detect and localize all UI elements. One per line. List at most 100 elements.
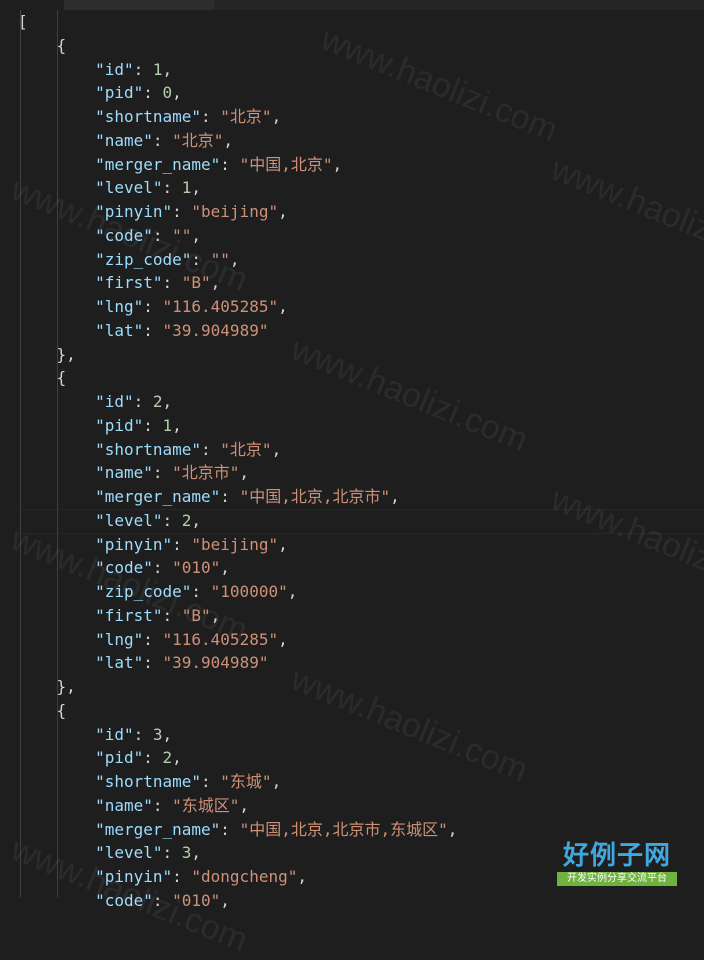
json-punctuation bbox=[18, 202, 95, 221]
code-line[interactable]: "pinyin": "beijing", bbox=[18, 533, 288, 557]
code-line[interactable]: "lat": "39.904989" bbox=[18, 651, 268, 675]
json-key: "lng" bbox=[95, 629, 144, 649]
code-line[interactable]: [ bbox=[18, 10, 28, 34]
json-key: "pid" bbox=[95, 415, 144, 435]
json-key: "pinyin" bbox=[95, 867, 173, 886]
code-line[interactable]: "merger_name": "中国,北京", bbox=[18, 153, 342, 177]
code-line[interactable]: { bbox=[18, 699, 67, 723]
code-line[interactable]: "name": "北京", bbox=[18, 129, 233, 153]
code-line[interactable]: "code": "010", bbox=[18, 889, 230, 913]
code-line[interactable]: "pid": 1, bbox=[18, 414, 182, 438]
json-string: "39.904989" bbox=[162, 653, 269, 673]
json-string: "B" bbox=[181, 273, 211, 293]
json-string: "B" bbox=[181, 605, 211, 625]
json-punctuation bbox=[18, 511, 95, 530]
json-punctuation: , bbox=[447, 819, 458, 839]
code-line[interactable]: "merger_name": "中国,北京,北京市,东城区", bbox=[18, 818, 457, 842]
json-punctuation: { bbox=[18, 368, 67, 388]
code-line[interactable]: "zip_code": "100000", bbox=[18, 580, 297, 604]
json-key: "name" bbox=[95, 463, 153, 483]
code-line[interactable]: "name": "东城区", bbox=[18, 794, 249, 818]
json-number: 2 bbox=[152, 392, 163, 411]
json-key: "first" bbox=[95, 605, 163, 625]
json-punctuation: , bbox=[271, 107, 282, 126]
json-number: 1 bbox=[181, 178, 192, 198]
json-punctuation: , bbox=[287, 582, 298, 601]
json-string: "东城" bbox=[220, 772, 272, 791]
code-line[interactable]: "lng": "116.405285", bbox=[18, 628, 288, 652]
json-key: "code" bbox=[95, 890, 153, 910]
code-line[interactable]: "pid": 0, bbox=[18, 81, 182, 105]
json-punctuation bbox=[18, 83, 95, 102]
json-punctuation bbox=[18, 155, 95, 174]
code-line[interactable]: "code": "010", bbox=[18, 556, 230, 580]
json-number: 0 bbox=[162, 83, 173, 103]
json-punctuation bbox=[18, 772, 95, 791]
code-line[interactable]: "lat": "39.904989" bbox=[18, 319, 268, 343]
json-key: "level" bbox=[95, 510, 163, 530]
json-punctuation: , bbox=[220, 558, 230, 578]
json-punctuation bbox=[18, 725, 95, 744]
json-punctuation bbox=[18, 820, 95, 839]
json-punctuation bbox=[18, 392, 95, 411]
code-line[interactable]: "code": "", bbox=[18, 224, 201, 248]
code-line[interactable]: "shortname": "北京", bbox=[18, 438, 281, 462]
code-editor[interactable]: [ { "id": 1, "pid": 0, "shortname": "北京"… bbox=[0, 10, 704, 910]
code-line[interactable]: { bbox=[18, 366, 67, 390]
code-line[interactable]: "lng": "116.405285", bbox=[18, 295, 288, 319]
json-punctuation bbox=[18, 748, 95, 767]
json-punctuation bbox=[18, 107, 95, 126]
code-line[interactable]: "name": "北京市", bbox=[18, 461, 249, 485]
json-punctuation: , bbox=[191, 225, 202, 245]
json-punctuation: , bbox=[239, 463, 250, 483]
code-line[interactable]: }, bbox=[18, 343, 76, 367]
code-line[interactable]: "pinyin": "beijing", bbox=[18, 200, 288, 224]
json-punctuation bbox=[18, 535, 95, 554]
code-line[interactable]: "shortname": "北京", bbox=[18, 105, 281, 129]
code-line[interactable]: "first": "B", bbox=[18, 604, 220, 628]
json-string: "beijing" bbox=[191, 202, 279, 221]
json-punctuation: , bbox=[278, 629, 288, 649]
json-number: 3 bbox=[181, 843, 192, 863]
code-line[interactable]: }, bbox=[18, 675, 76, 699]
editor-tab-strip bbox=[0, 0, 704, 10]
json-punctuation: : bbox=[220, 154, 240, 174]
code-line[interactable]: "zip_code": "", bbox=[18, 248, 240, 272]
json-punctuation: : bbox=[201, 439, 221, 459]
json-punctuation bbox=[18, 606, 95, 625]
json-string: "北京市" bbox=[172, 463, 240, 483]
code-line[interactable]: "merger_name": "中国,北京,北京市", bbox=[18, 485, 400, 509]
json-string: "中国,北京" bbox=[239, 154, 333, 174]
json-key: "id" bbox=[95, 724, 134, 744]
code-line[interactable]: "id": 2, bbox=[18, 390, 172, 414]
code-line[interactable]: "pinyin": "dongcheng", bbox=[18, 865, 307, 889]
json-key: "name" bbox=[95, 795, 153, 815]
code-line[interactable]: "level": 1, bbox=[18, 176, 201, 200]
json-punctuation: : bbox=[162, 273, 182, 293]
json-punctuation: , bbox=[172, 83, 182, 103]
json-number: 1 bbox=[152, 59, 163, 79]
json-string: "东城区" bbox=[172, 795, 240, 815]
json-key: "pinyin" bbox=[95, 202, 173, 221]
code-line[interactable]: "level": 3, bbox=[18, 841, 201, 865]
code-line[interactable]: "id": 1, bbox=[18, 58, 172, 82]
code-line[interactable]: "shortname": "东城", bbox=[18, 770, 281, 794]
code-line[interactable]: "pid": 2, bbox=[18, 746, 182, 770]
code-line[interactable]: { bbox=[18, 34, 67, 58]
json-punctuation: , bbox=[271, 439, 282, 459]
json-number: 2 bbox=[181, 510, 192, 530]
code-line[interactable]: "first": "B", bbox=[18, 271, 220, 295]
editor-tab[interactable] bbox=[64, 0, 214, 10]
code-line[interactable]: "level": 2, bbox=[18, 509, 201, 533]
json-punctuation: }, bbox=[18, 677, 76, 696]
json-string: "010" bbox=[172, 890, 221, 910]
json-punctuation bbox=[18, 297, 95, 316]
json-key: "pid" bbox=[95, 748, 144, 768]
json-punctuation bbox=[18, 60, 95, 79]
json-punctuation: , bbox=[332, 154, 343, 174]
code-line[interactable]: "id": 3, bbox=[18, 723, 172, 747]
json-punctuation: , bbox=[297, 867, 307, 886]
json-key: "level" bbox=[95, 843, 163, 863]
json-punctuation: , bbox=[191, 510, 202, 530]
json-string: "100000" bbox=[210, 582, 288, 601]
